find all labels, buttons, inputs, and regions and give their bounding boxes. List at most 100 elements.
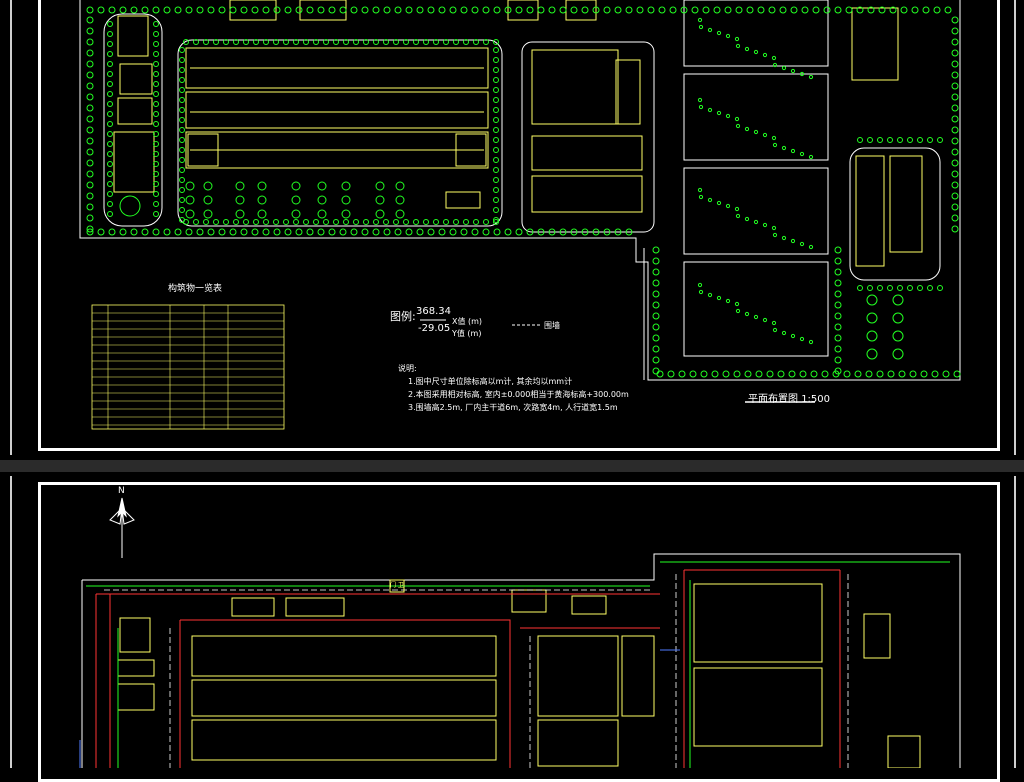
tree-symbol <box>179 97 185 103</box>
tree-symbol <box>725 203 731 209</box>
tree-symbol <box>108 228 116 236</box>
tree-symbol <box>174 6 182 14</box>
tree-symbol <box>97 6 105 14</box>
tree-symbol <box>438 6 446 14</box>
tree-symbol <box>449 6 457 14</box>
tree-symbol <box>86 170 94 178</box>
tree-symbol <box>951 82 959 90</box>
tree-symbol <box>779 6 787 14</box>
tree-symbol <box>843 370 851 378</box>
tree-symbol <box>898 370 906 378</box>
tree-symbol <box>722 370 730 378</box>
tree-symbol <box>581 6 589 14</box>
tree-symbol <box>273 228 281 236</box>
tree-symbol <box>153 211 159 217</box>
tree-symbol <box>493 127 499 133</box>
structure-table-title: 构筑物一览表 <box>168 284 223 294</box>
tree-symbol <box>777 370 785 378</box>
tree-symbol <box>493 47 499 53</box>
tree-symbol <box>427 6 435 14</box>
tree-symbol <box>86 115 94 123</box>
tree-symbol <box>460 6 468 14</box>
tree-symbol <box>153 91 159 97</box>
tree-symbol <box>515 6 523 14</box>
tree-symbol <box>163 228 171 236</box>
tree-symbol <box>951 225 959 233</box>
tree-symbol <box>86 93 94 101</box>
tree-symbol <box>887 285 893 291</box>
tree-symbol <box>771 135 777 141</box>
plan-title: 平面布置图 1:500 <box>748 390 830 405</box>
tree-symbol <box>153 111 159 117</box>
tree-symbol <box>372 228 380 236</box>
tree-symbol <box>652 279 660 287</box>
tree-symbol <box>86 27 94 35</box>
tree-symbol <box>689 370 697 378</box>
tree-symbol <box>493 97 499 103</box>
tree-symbol <box>223 219 229 225</box>
tree-symbol <box>196 228 204 236</box>
tree-symbol <box>453 219 459 225</box>
tree-symbol <box>257 209 267 219</box>
tree-symbol <box>537 6 545 14</box>
tree-symbol <box>317 228 325 236</box>
tree-symbol <box>179 127 185 133</box>
tree-symbol <box>394 228 402 236</box>
tree-symbol <box>107 21 113 27</box>
legend-wall-text: 围墙 <box>544 321 560 330</box>
tree-symbol <box>866 330 878 342</box>
tree-symbol <box>207 228 215 236</box>
tree-symbol <box>433 219 439 225</box>
tree-symbol <box>493 77 499 83</box>
tree-symbol <box>108 6 116 14</box>
tree-symbol <box>753 129 759 135</box>
tree-symbol <box>328 228 336 236</box>
tree-symbol <box>772 62 778 68</box>
tree-symbol <box>707 107 713 113</box>
tree-symbol <box>107 141 113 147</box>
tree-symbol <box>284 6 292 14</box>
tree-symbol <box>107 181 113 187</box>
tree-symbol <box>877 137 883 143</box>
tree-symbol <box>284 228 292 236</box>
tree-symbol <box>203 181 213 191</box>
tree-symbol <box>493 177 499 183</box>
tree-symbol <box>735 43 741 49</box>
tree-symbol <box>86 148 94 156</box>
tree-symbol <box>185 6 193 14</box>
tree-symbol <box>697 282 703 288</box>
tree-symbol <box>141 228 149 236</box>
tree-symbol <box>707 27 713 33</box>
tree-symbol <box>625 6 633 14</box>
tree-symbol <box>866 312 878 324</box>
tree-symbol <box>716 295 722 301</box>
pipe-network-green <box>86 561 950 768</box>
tree-symbol <box>107 211 113 217</box>
tree-symbol <box>656 370 664 378</box>
tree-symbol <box>920 370 928 378</box>
tree-symbol <box>951 38 959 46</box>
tree-symbol <box>306 228 314 236</box>
tree-symbol <box>933 6 941 14</box>
tree-symbol <box>951 27 959 35</box>
tree-symbol <box>900 6 908 14</box>
tree-symbol <box>405 228 413 236</box>
tree-symbol <box>213 219 219 225</box>
tree-symbol <box>473 219 479 225</box>
tree-symbol <box>483 219 489 225</box>
tree-symbol <box>416 6 424 14</box>
tree-symbol <box>762 132 768 138</box>
tree-symbol <box>317 195 327 205</box>
pipe-network-white <box>104 574 849 768</box>
tree-symbol <box>669 6 677 14</box>
tree-symbol <box>179 167 185 173</box>
tree-symbol <box>658 6 666 14</box>
tree-symbol <box>907 137 913 143</box>
tree-symbol <box>911 6 919 14</box>
tree-symbol <box>799 241 805 247</box>
tree-symbol <box>834 356 842 364</box>
tree-symbol <box>799 336 805 342</box>
tree-symbol <box>744 126 750 132</box>
tree-symbol <box>857 285 863 291</box>
tree-symbol <box>295 228 303 236</box>
